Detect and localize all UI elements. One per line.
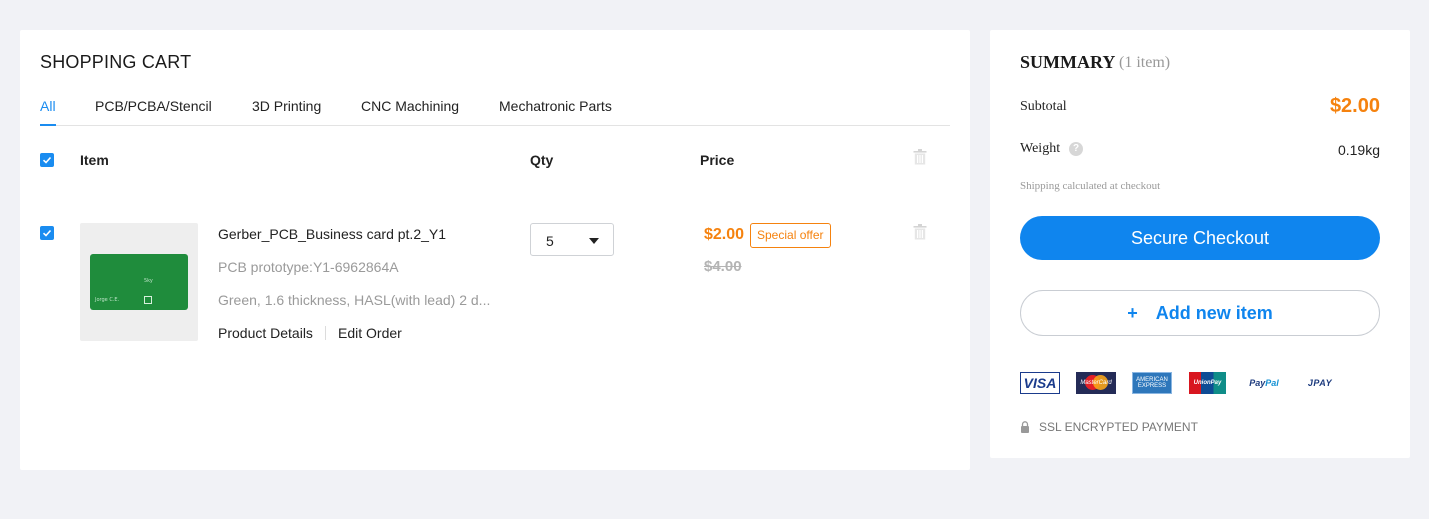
plus-icon: +	[1127, 303, 1138, 323]
delete-item-button[interactable]	[913, 224, 927, 240]
quantity-select[interactable]: 5	[530, 223, 614, 256]
check-icon	[42, 156, 52, 164]
column-header-qty: Qty	[530, 152, 554, 168]
add-new-item-button[interactable]: + Add new item	[1020, 290, 1380, 336]
help-icon[interactable]: ?	[1069, 142, 1083, 156]
subtotal-label: Subtotal	[1020, 99, 1067, 114]
mastercard-logo: MasterCard	[1076, 372, 1116, 394]
ssl-notice: SSL ENCRYPTED PAYMENT	[1020, 420, 1198, 434]
edit-order-link[interactable]: Edit Order	[338, 325, 402, 341]
product-thumbnail[interactable]: 5ky Jorge C.E.	[80, 223, 198, 341]
amex-logo: AMERICAN EXPRESS	[1132, 372, 1172, 394]
chevron-down-icon	[589, 238, 599, 244]
pcb-qr-mark	[144, 296, 152, 304]
ssl-label: SSL ENCRYPTED PAYMENT	[1039, 420, 1198, 434]
delete-selected-button[interactable]	[913, 149, 927, 165]
paypal-logo: Pay Pal	[1249, 378, 1279, 388]
tab-all[interactable]: All	[40, 98, 56, 126]
trash-icon	[913, 224, 927, 240]
tab-mechatronic-parts[interactable]: Mechatronic Parts	[499, 98, 612, 126]
pcb-image: 5ky Jorge C.E.	[90, 254, 188, 310]
item-name[interactable]: Gerber_PCB_Business card pt.2_Y1	[218, 226, 446, 242]
product-details-link[interactable]: Product Details	[218, 325, 313, 341]
order-summary-panel: SUMMARY (1 item) Subtotal $2.00 Weight ?…	[990, 30, 1410, 458]
item-prototype: PCB prototype:Y1-6962864A	[218, 259, 399, 275]
item-specs: Green, 1.6 thickness, HASL(with lead) 2 …	[218, 292, 491, 308]
tab-3d-printing[interactable]: 3D Printing	[252, 98, 321, 126]
item-checkbox[interactable]	[40, 226, 54, 240]
link-divider	[325, 326, 326, 340]
tab-cnc-machining[interactable]: CNC Machining	[361, 98, 459, 126]
cart-title: SHOPPING CART	[40, 52, 192, 72]
trash-icon	[913, 149, 927, 165]
quantity-value: 5	[546, 233, 554, 249]
original-price: $4.00	[704, 258, 742, 275]
add-new-item-label: Add new item	[1155, 303, 1273, 323]
column-header-item: Item	[80, 152, 109, 168]
category-tabs: All PCB/PCBA/Stencil 3D Printing CNC Mac…	[40, 98, 950, 126]
shopping-cart-panel: SHOPPING CART All PCB/PCBA/Stencil 3D Pr…	[20, 30, 970, 470]
pcb-silkscreen-name: Jorge C.E.	[95, 297, 120, 303]
secure-checkout-button[interactable]: Secure Checkout	[1020, 216, 1380, 260]
column-header-price: Price	[700, 152, 735, 168]
lock-icon	[1021, 421, 1029, 433]
jpay-logo: JPAY	[1307, 378, 1333, 388]
special-offer-badge: Special offer	[750, 223, 831, 248]
select-all-checkbox[interactable]	[40, 153, 54, 167]
summary-title: SUMMARY	[1020, 52, 1116, 72]
pcb-silkscreen-text: 5ky	[144, 278, 153, 284]
item-price: $2.00	[704, 226, 745, 243]
weight-value: 0.19kg	[1337, 142, 1380, 158]
unionpay-logo: UnionPay	[1189, 372, 1226, 394]
shipping-note: Shipping calculated at checkout	[1020, 180, 1161, 192]
subtotal-value: $2.00	[1329, 95, 1380, 117]
visa-logo: VISA	[1020, 372, 1060, 394]
summary-item-count: (1 item)	[1119, 54, 1171, 71]
check-icon	[42, 229, 52, 237]
weight-label: Weight	[1020, 141, 1061, 156]
tab-pcb-pcba-stencil[interactable]: PCB/PCBA/Stencil	[95, 98, 212, 126]
